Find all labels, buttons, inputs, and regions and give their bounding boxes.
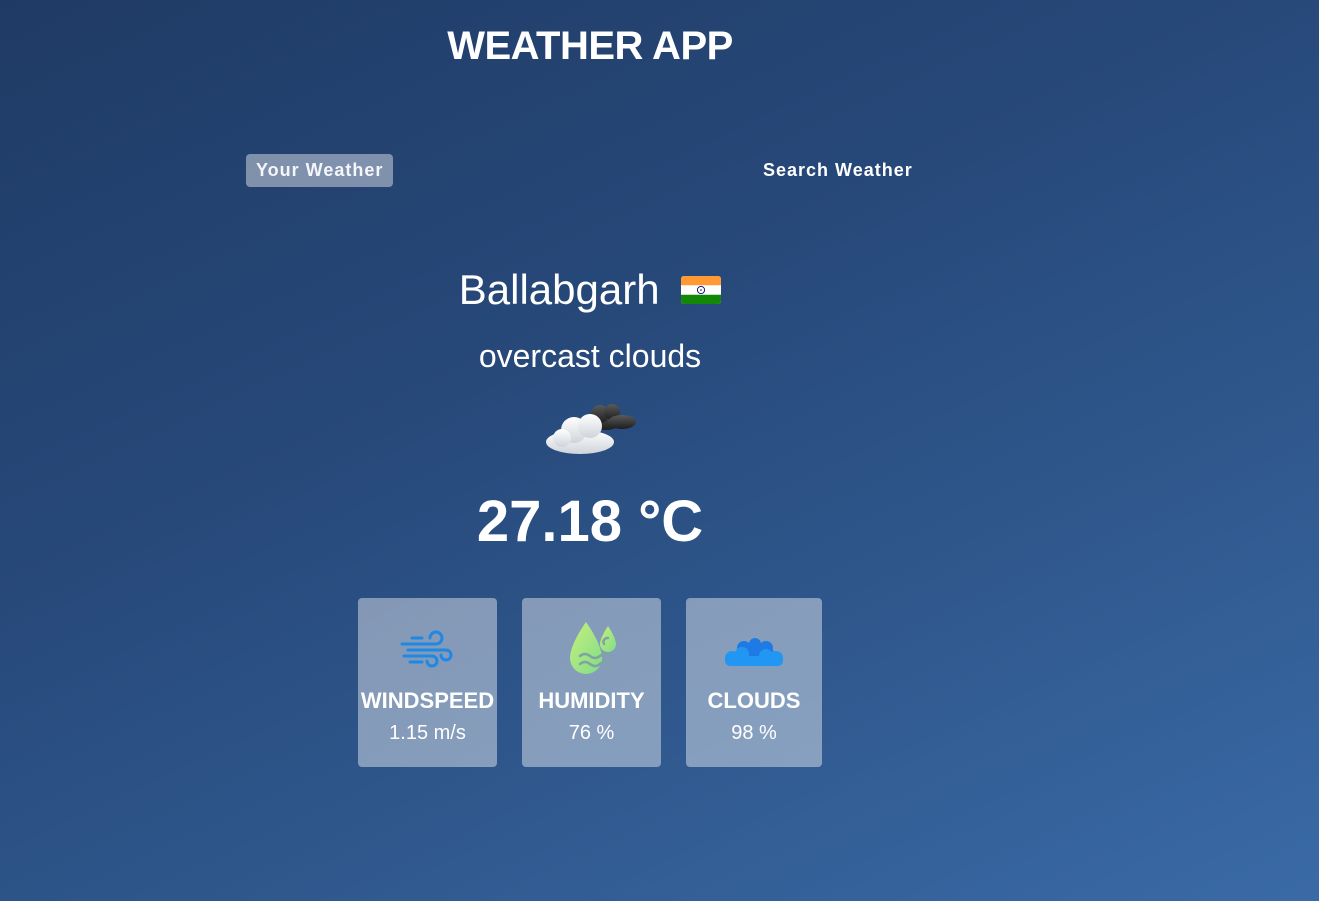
humidity-card: HUMIDITY 76 %	[522, 598, 661, 767]
humidity-icon	[569, 622, 616, 674]
temperature: 27.18 °C	[476, 489, 704, 554]
tab-your-weather[interactable]: Your Weather	[246, 154, 394, 187]
tab-search-weather[interactable]: Search Weather	[753, 154, 923, 187]
india-flag-icon	[681, 275, 722, 304]
weather-description: overcast clouds	[478, 338, 702, 374]
clouds-label: CLOUDS	[707, 688, 801, 713]
clouds-icon	[725, 638, 783, 666]
windspeed-card: WINDSPEED 1.15 m/s	[358, 598, 497, 767]
overcast-clouds-icon	[546, 404, 636, 454]
humidity-label: HUMIDITY	[538, 688, 645, 713]
clouds-card: CLOUDS 98 %	[686, 598, 822, 767]
clouds-value: 98 %	[731, 722, 777, 744]
windspeed-value: 1.15 m/s	[389, 722, 466, 744]
location-row: Ballabgarh	[0, 266, 1180, 314]
humidity-value: 76 %	[568, 722, 615, 744]
app-title: WEATHER APP	[447, 24, 733, 68]
wind-icon	[400, 630, 452, 668]
windspeed-label: WINDSPEED	[360, 688, 495, 713]
city-name: Ballabgarh	[458, 266, 660, 313]
